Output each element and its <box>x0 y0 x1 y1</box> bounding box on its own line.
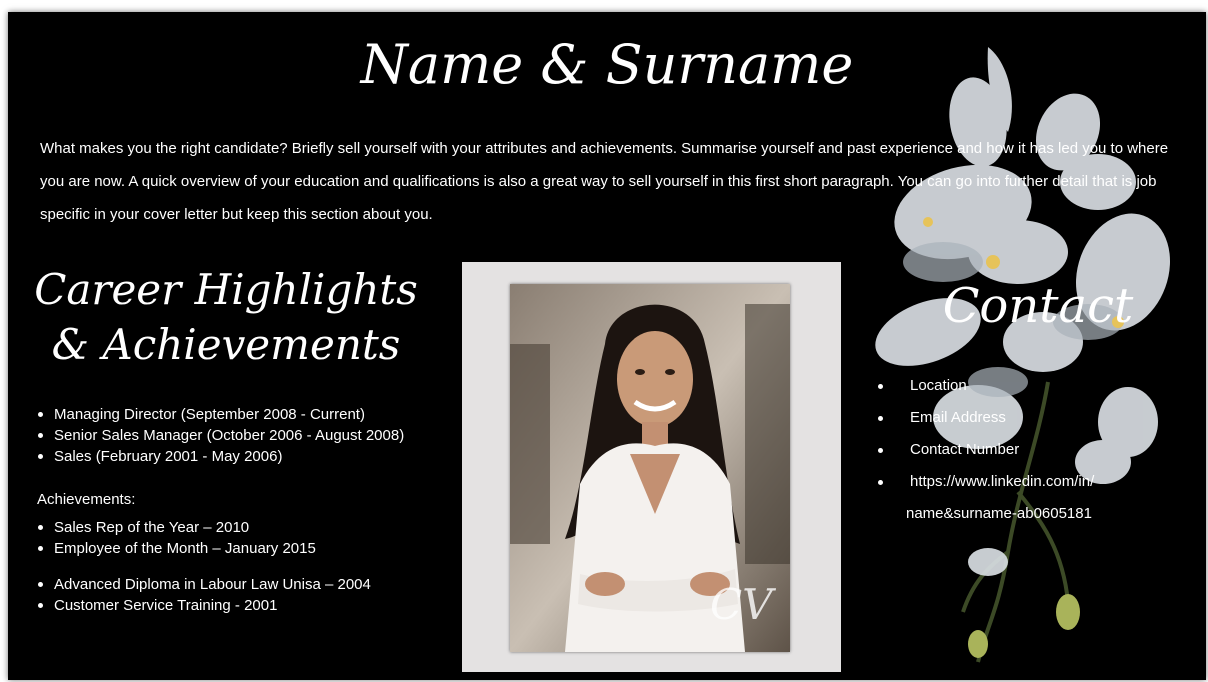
photo-frame: CV <box>462 262 841 672</box>
contact-linkedin[interactable]: https://www.linkedin.com/in/ name&surnam… <box>874 466 1194 530</box>
contact-list: Location Email Address Contact Number ht… <box>874 370 1194 530</box>
career-heading-line1: Career Highlights <box>34 265 418 314</box>
linkedin-url-line2[interactable]: name&surname-ab0605181 <box>906 498 1194 530</box>
contact-location: Location <box>874 370 1194 402</box>
role-item: Senior Sales Manager (October 2006 - Aug… <box>36 425 404 446</box>
role-item: Managing Director (September 2008 - Curr… <box>36 404 404 425</box>
role-item: Sales (February 2001 - May 2006) <box>36 446 404 467</box>
svg-text:CV: CV <box>710 580 776 629</box>
contact-heading: Contact <box>942 278 1134 334</box>
training-item: Customer Service Training - 2001 <box>36 595 371 616</box>
achievement-item: Employee of the Month – January 2015 <box>36 538 316 559</box>
career-heading-line2: & Achievements <box>51 320 401 369</box>
career-highlights-heading: Career Highlights & Achievements <box>26 262 426 372</box>
achievements-list: Sales Rep of the Year – 2010 Employee of… <box>36 517 316 559</box>
orchid-decoration <box>875 47 1171 663</box>
achievements-label: Achievements: <box>37 491 136 508</box>
training-item: Advanced Diploma in Labour Law Unisa – 2… <box>36 574 371 595</box>
portrait-photo: CV <box>510 284 790 652</box>
roles-list: Managing Director (September 2008 - Curr… <box>36 404 404 467</box>
linkedin-url-line1[interactable]: https://www.linkedin.com/in/ <box>910 473 1094 490</box>
cv-slide: Name & Surname What makes you the right … <box>8 12 1206 680</box>
contact-number: Contact Number <box>874 434 1194 466</box>
achievement-item: Sales Rep of the Year – 2010 <box>36 517 316 538</box>
summary-paragraph: What makes you the right candidate? Brie… <box>40 140 1169 223</box>
training-list: Advanced Diploma in Labour Law Unisa – 2… <box>36 574 371 616</box>
candidate-name: Name & Surname <box>360 33 854 96</box>
portrait-illustration: CV <box>510 284 790 652</box>
contact-email: Email Address <box>874 402 1194 434</box>
